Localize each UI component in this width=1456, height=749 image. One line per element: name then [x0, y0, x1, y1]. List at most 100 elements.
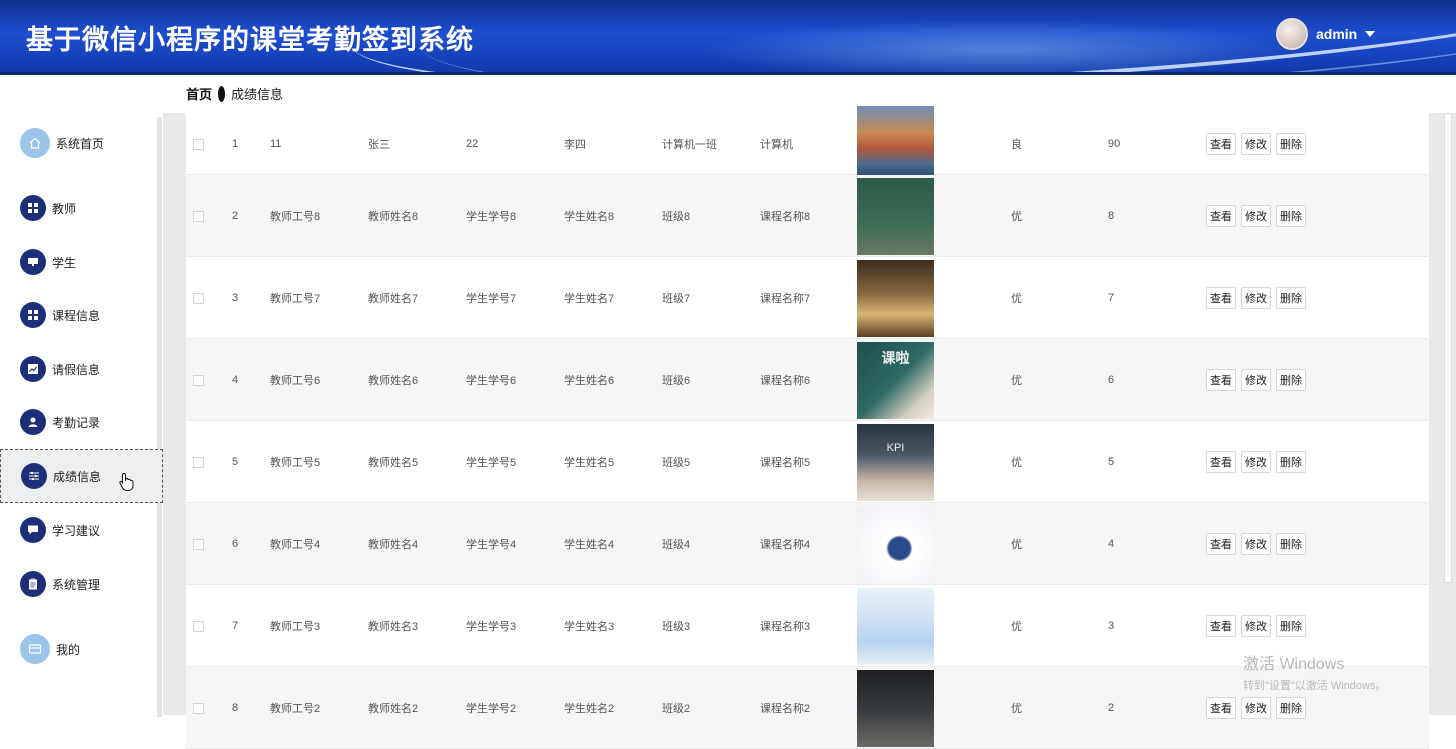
table-row: 4 教师工号6 教师姓名6 学生学号6 学生姓名6 班级6 课程名称6 优 6 课啦 查看 修改 删除 — [186, 339, 1429, 421]
table-row: 5 教师工号5 教师姓名5 学生学号5 学生姓名5 班级5 课程名称5 优 5 KPI 查看 修改 删除 — [186, 421, 1429, 503]
cell-class: 班级8 — [662, 210, 691, 223]
cell-teacher-name: 教师姓名8 — [368, 210, 419, 223]
sidebar-item-scores[interactable]: 成绩信息 — [0, 449, 163, 503]
sidebar-item-system[interactable]: 系统管理 — [0, 557, 163, 611]
row-checkbox[interactable] — [193, 538, 204, 550]
sidebar-item-suggestions[interactable]: 学习建议 — [0, 503, 163, 557]
edit-button[interactable]: 修改 — [1241, 286, 1271, 309]
cell-teacher-id: 教师工号6 — [270, 374, 321, 387]
cell-teacher-id: 教师工号8 — [270, 210, 321, 223]
delete-button[interactable]: 删除 — [1276, 132, 1306, 155]
hand-cursor-icon — [118, 472, 136, 497]
message-icon — [20, 517, 46, 543]
cell-score: 7 — [1108, 291, 1115, 304]
sidebar-item-leave[interactable]: 请假信息 — [0, 342, 163, 396]
row-checkbox[interactable] — [193, 456, 204, 468]
cell-student-id: 学生学号7 — [466, 292, 517, 305]
edit-button[interactable]: 修改 — [1241, 204, 1271, 227]
scrollbar-thumb[interactable] — [1444, 113, 1452, 583]
sidebar-item-home[interactable]: 系统首页 — [0, 116, 163, 170]
view-button[interactable]: 查看 — [1206, 614, 1236, 637]
monitor-icon — [20, 249, 46, 275]
row-actions: 查看 修改 删除 — [1206, 532, 1306, 555]
chevron-down-icon[interactable] — [1365, 31, 1376, 37]
delete-button[interactable]: 删除 — [1276, 532, 1306, 555]
cell-student-name: 学生姓名5 — [564, 456, 615, 469]
sidebar-item-label: 我的 — [56, 642, 81, 657]
row-checkbox[interactable] — [193, 210, 204, 222]
delete-button[interactable]: 删除 — [1276, 696, 1306, 719]
edit-button[interactable]: 修改 — [1241, 614, 1271, 637]
row-checkbox[interactable] — [193, 292, 204, 304]
view-button[interactable]: 查看 — [1206, 204, 1236, 227]
course-thumbnail — [857, 259, 934, 337]
edit-button[interactable]: 修改 — [1241, 450, 1271, 473]
sidebar-item-course[interactable]: 课程信息 — [0, 288, 163, 342]
view-button[interactable]: 查看 — [1206, 532, 1236, 555]
user-menu[interactable]: admin — [1276, 18, 1376, 50]
cell-course: 计算机 — [760, 138, 793, 151]
row-checkbox[interactable] — [193, 138, 204, 150]
view-button[interactable]: 查看 — [1206, 132, 1236, 155]
delete-button[interactable]: 删除 — [1276, 368, 1306, 391]
header-glow — [700, 20, 1300, 75]
sidebar-item-label: 系统首页 — [56, 136, 105, 151]
row-checkbox[interactable] — [193, 374, 204, 386]
avatar[interactable] — [1276, 18, 1308, 50]
edit-button[interactable]: 修改 — [1241, 696, 1271, 719]
cell-index: 1 — [232, 137, 239, 150]
sidebar-item-profile[interactable]: 我的 — [0, 622, 163, 676]
cell-teacher-id: 教师工号7 — [270, 292, 321, 305]
cell-grade: 优 — [1011, 456, 1022, 469]
delete-button[interactable]: 删除 — [1276, 204, 1306, 227]
cell-teacher-name: 教师姓名2 — [368, 702, 419, 715]
cell-teacher-id: 教师工号2 — [270, 702, 321, 715]
cell-class: 计算机一班 — [662, 138, 717, 151]
edit-button[interactable]: 修改 — [1241, 532, 1271, 555]
sidebar-item-student[interactable]: 学生 — [0, 235, 163, 289]
cell-index: 3 — [232, 291, 239, 304]
view-button[interactable]: 查看 — [1206, 368, 1236, 391]
cell-student-name: 学生姓名8 — [564, 210, 615, 223]
row-actions: 查看 修改 删除 — [1206, 450, 1306, 473]
cell-student-id: 学生学号5 — [466, 456, 517, 469]
cell-student-id: 学生学号3 — [466, 620, 517, 633]
row-checkbox[interactable] — [193, 702, 204, 714]
card-icon — [20, 634, 50, 664]
edit-button[interactable]: 修改 — [1241, 132, 1271, 155]
username[interactable]: admin — [1316, 26, 1357, 42]
view-button[interactable]: 查看 — [1206, 450, 1236, 473]
sidebar-item-label: 成绩信息 — [53, 469, 102, 484]
sidebar-item-teacher[interactable]: 教师 — [0, 181, 163, 235]
cell-student-name: 学生姓名7 — [564, 292, 615, 305]
cell-grade: 优 — [1011, 620, 1022, 633]
cell-score: 5 — [1108, 455, 1115, 468]
cell-index: 7 — [232, 619, 239, 632]
delete-button[interactable]: 删除 — [1276, 614, 1306, 637]
course-thumbnail — [857, 505, 934, 583]
edit-button[interactable]: 修改 — [1241, 368, 1271, 391]
cell-teacher-name: 教师姓名4 — [368, 538, 419, 551]
cell-grade: 优 — [1011, 210, 1022, 223]
cell-student-name: 学生姓名6 — [564, 374, 615, 387]
cell-index: 6 — [232, 537, 239, 550]
cell-grade: 优 — [1011, 538, 1022, 551]
cell-index: 5 — [232, 455, 239, 468]
watermark-title: 激活 Windows — [1243, 656, 1345, 673]
delete-button[interactable]: 删除 — [1276, 286, 1306, 309]
cell-student-id: 学生学号8 — [466, 210, 517, 223]
breadcrumb-home-link[interactable]: 首页 — [186, 84, 212, 103]
course-thumbnail: KPI — [857, 423, 934, 501]
cell-grade: 优 — [1011, 374, 1022, 387]
cell-class: 班级4 — [662, 538, 691, 551]
cell-teacher-id: 教师工号4 — [270, 538, 321, 551]
view-button[interactable]: 查看 — [1206, 696, 1236, 719]
thumbnail-caption: 课啦 — [881, 349, 910, 366]
sidebar-item-attendance[interactable]: 考勤记录 — [0, 395, 163, 449]
sidebar-item-label: 教师 — [52, 201, 77, 216]
view-button[interactable]: 查看 — [1206, 286, 1236, 309]
page-scrollbar[interactable] — [1440, 113, 1456, 715]
cell-index: 8 — [232, 701, 239, 714]
delete-button[interactable]: 删除 — [1276, 450, 1306, 473]
row-checkbox[interactable] — [193, 620, 204, 632]
